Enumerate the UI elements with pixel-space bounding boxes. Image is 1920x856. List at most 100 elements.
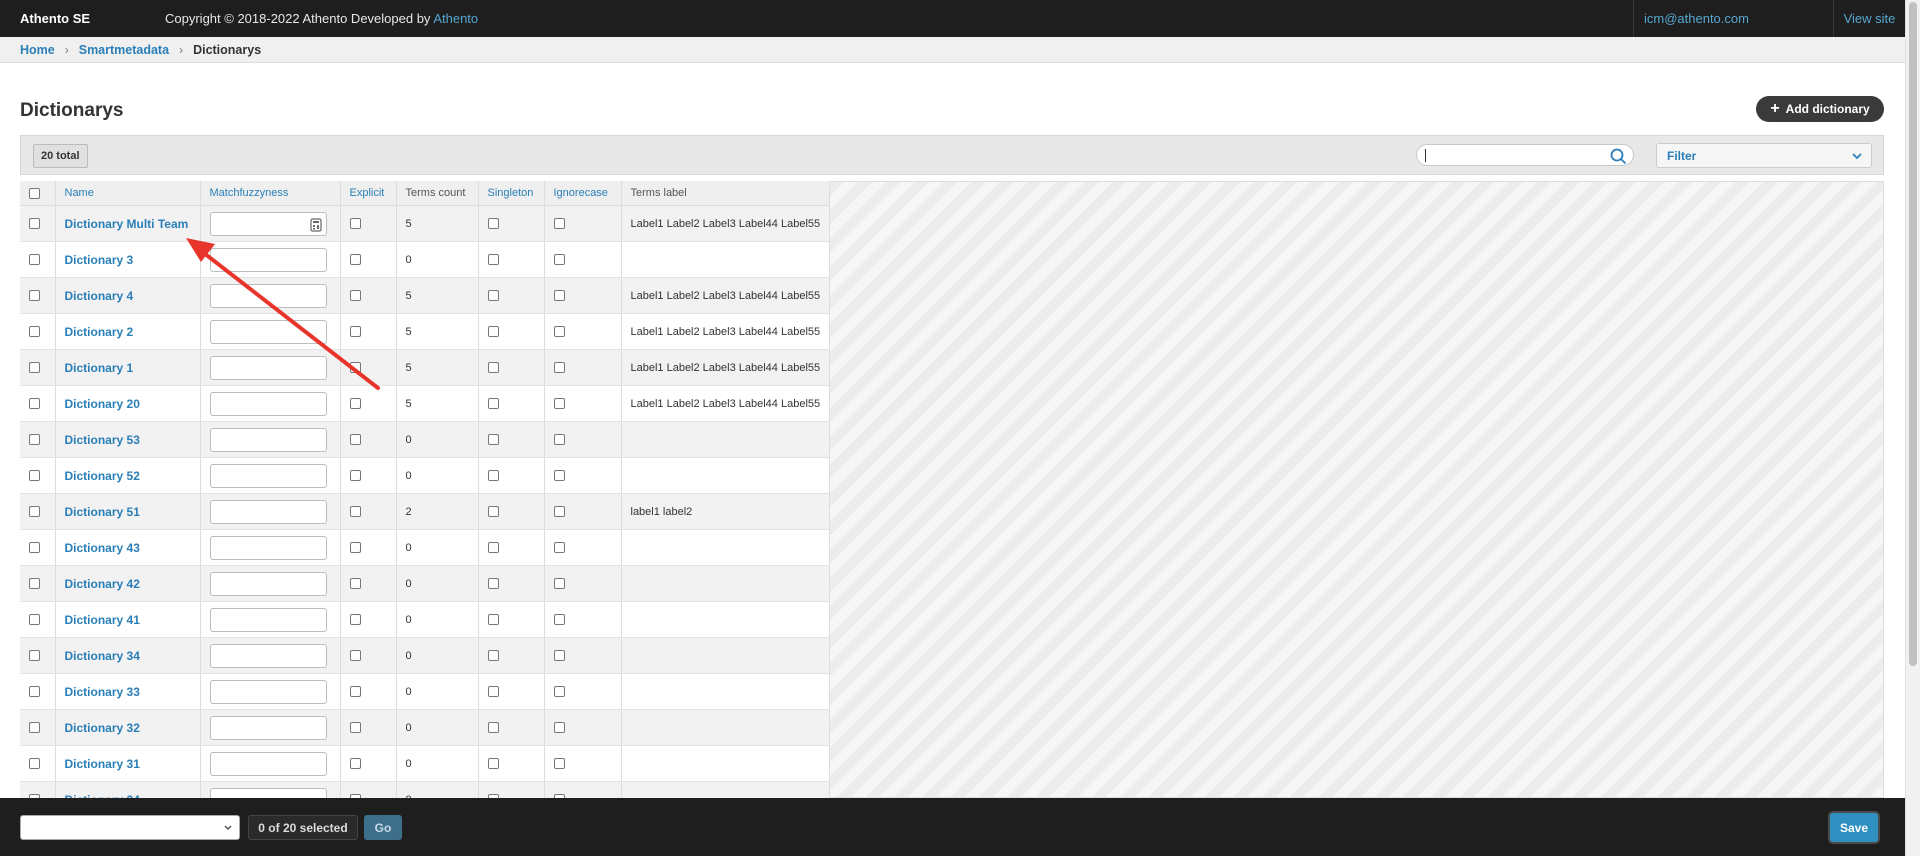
matchfuzzyness-input[interactable] xyxy=(209,715,327,740)
ignorecase-checkbox[interactable] xyxy=(553,758,565,770)
explicit-checkbox[interactable] xyxy=(349,470,361,482)
row-select-checkbox[interactable] xyxy=(29,254,40,266)
dictionary-name-link[interactable]: Dictionary 51 xyxy=(65,505,140,519)
breadcrumb-smartmetadata-link[interactable]: Smartmetadata xyxy=(79,43,169,57)
singleton-checkbox[interactable] xyxy=(487,758,499,770)
matchfuzzyness-input[interactable] xyxy=(209,499,327,524)
page-scrollbar[interactable] xyxy=(1905,0,1920,856)
explicit-checkbox[interactable] xyxy=(349,686,361,698)
explicit-checkbox[interactable] xyxy=(349,326,361,338)
row-select-checkbox[interactable] xyxy=(29,686,40,698)
explicit-checkbox[interactable] xyxy=(349,434,361,446)
ignorecase-checkbox[interactable] xyxy=(553,686,565,698)
matchfuzzyness-input[interactable] xyxy=(209,391,327,416)
explicit-checkbox[interactable] xyxy=(349,290,361,302)
dictionary-name-link[interactable]: Dictionary 53 xyxy=(65,433,140,447)
search-input[interactable] xyxy=(1416,144,1634,166)
select-all-checkbox[interactable] xyxy=(29,187,40,199)
dictionary-name-link[interactable]: Dictionary 1 xyxy=(65,361,134,375)
explicit-checkbox[interactable] xyxy=(349,506,361,518)
ignorecase-checkbox[interactable] xyxy=(553,722,565,734)
ignorecase-checkbox[interactable] xyxy=(553,542,565,554)
go-button[interactable]: Go xyxy=(364,815,402,840)
dictionary-name-link[interactable]: Dictionary 20 xyxy=(65,397,140,411)
row-select-checkbox[interactable] xyxy=(29,506,40,518)
matchfuzzyness-input[interactable] xyxy=(209,427,327,452)
row-select-checkbox[interactable] xyxy=(29,614,40,626)
singleton-checkbox[interactable] xyxy=(487,434,499,446)
dictionary-name-link[interactable]: Dictionary 43 xyxy=(65,541,140,555)
singleton-checkbox[interactable] xyxy=(487,398,499,410)
total-count-badge[interactable]: 20 total xyxy=(33,144,88,168)
column-header-singleton[interactable]: Singleton xyxy=(478,181,545,206)
matchfuzzyness-input[interactable] xyxy=(209,247,327,272)
singleton-checkbox[interactable] xyxy=(487,578,499,590)
row-select-checkbox[interactable] xyxy=(29,398,40,410)
view-site-link[interactable]: View site xyxy=(1833,0,1905,37)
column-header-name[interactable]: Name xyxy=(55,181,201,206)
dictionary-name-link[interactable]: Dictionary 41 xyxy=(65,613,140,627)
singleton-checkbox[interactable] xyxy=(487,326,499,338)
action-select[interactable] xyxy=(20,815,240,840)
scrollbar-thumb[interactable] xyxy=(1909,2,1917,666)
explicit-checkbox[interactable] xyxy=(349,614,361,626)
ignorecase-checkbox[interactable] xyxy=(553,398,565,410)
ignorecase-checkbox[interactable] xyxy=(553,218,565,230)
brand-title[interactable]: Athento SE xyxy=(0,11,165,26)
column-header-matchfuzzyness[interactable]: Matchfuzzyness xyxy=(200,181,341,206)
row-select-checkbox[interactable] xyxy=(29,326,40,338)
ignorecase-checkbox[interactable] xyxy=(553,362,565,374)
singleton-checkbox[interactable] xyxy=(487,470,499,482)
explicit-checkbox[interactable] xyxy=(349,578,361,590)
explicit-checkbox[interactable] xyxy=(349,722,361,734)
singleton-checkbox[interactable] xyxy=(487,290,499,302)
matchfuzzyness-input[interactable] xyxy=(209,571,327,596)
singleton-checkbox[interactable] xyxy=(487,686,499,698)
singleton-checkbox[interactable] xyxy=(487,218,499,230)
ignorecase-checkbox[interactable] xyxy=(553,614,565,626)
row-select-checkbox[interactable] xyxy=(29,722,40,734)
ignorecase-checkbox[interactable] xyxy=(553,578,565,590)
calculator-icon[interactable] xyxy=(309,217,322,232)
singleton-checkbox[interactable] xyxy=(487,614,499,626)
dictionary-name-link[interactable]: Dictionary 42 xyxy=(65,577,140,591)
explicit-checkbox[interactable] xyxy=(349,650,361,662)
column-header-ignorecase[interactable]: Ignorecase xyxy=(544,181,622,206)
matchfuzzyness-input[interactable] xyxy=(209,355,327,380)
matchfuzzyness-input[interactable] xyxy=(209,319,327,344)
dictionary-name-link[interactable]: Dictionary 34 xyxy=(65,649,140,663)
explicit-checkbox[interactable] xyxy=(349,254,361,266)
matchfuzzyness-input[interactable] xyxy=(209,607,327,632)
row-select-checkbox[interactable] xyxy=(29,542,40,554)
explicit-checkbox[interactable] xyxy=(349,362,361,374)
row-select-checkbox[interactable] xyxy=(29,650,40,662)
athento-link[interactable]: Athento xyxy=(433,11,478,26)
dictionary-name-link[interactable]: Dictionary 33 xyxy=(65,685,140,699)
ignorecase-checkbox[interactable] xyxy=(553,650,565,662)
ignorecase-checkbox[interactable] xyxy=(553,470,565,482)
matchfuzzyness-input[interactable] xyxy=(209,535,327,560)
matchfuzzyness-input[interactable] xyxy=(209,643,327,668)
explicit-checkbox[interactable] xyxy=(349,542,361,554)
singleton-checkbox[interactable] xyxy=(487,722,499,734)
singleton-checkbox[interactable] xyxy=(487,362,499,374)
matchfuzzyness-input[interactable] xyxy=(209,283,327,308)
matchfuzzyness-input[interactable] xyxy=(209,463,327,488)
singleton-checkbox[interactable] xyxy=(487,506,499,518)
dictionary-name-link[interactable]: Dictionary 3 xyxy=(65,253,134,267)
search-icon[interactable] xyxy=(1609,147,1627,165)
ignorecase-checkbox[interactable] xyxy=(553,326,565,338)
row-select-checkbox[interactable] xyxy=(29,470,40,482)
matchfuzzyness-input[interactable] xyxy=(209,751,327,776)
ignorecase-checkbox[interactable] xyxy=(553,434,565,446)
singleton-checkbox[interactable] xyxy=(487,650,499,662)
matchfuzzyness-input[interactable] xyxy=(209,679,327,704)
row-select-checkbox[interactable] xyxy=(29,362,40,374)
matchfuzzyness-input[interactable] xyxy=(209,211,327,236)
dictionary-name-link[interactable]: Dictionary 2 xyxy=(65,325,134,339)
ignorecase-checkbox[interactable] xyxy=(553,506,565,518)
dictionary-name-link[interactable]: Dictionary 32 xyxy=(65,721,140,735)
dictionary-name-link[interactable]: Dictionary 4 xyxy=(65,289,134,303)
row-select-checkbox[interactable] xyxy=(29,218,40,230)
breadcrumb-home-link[interactable]: Home xyxy=(20,43,55,57)
